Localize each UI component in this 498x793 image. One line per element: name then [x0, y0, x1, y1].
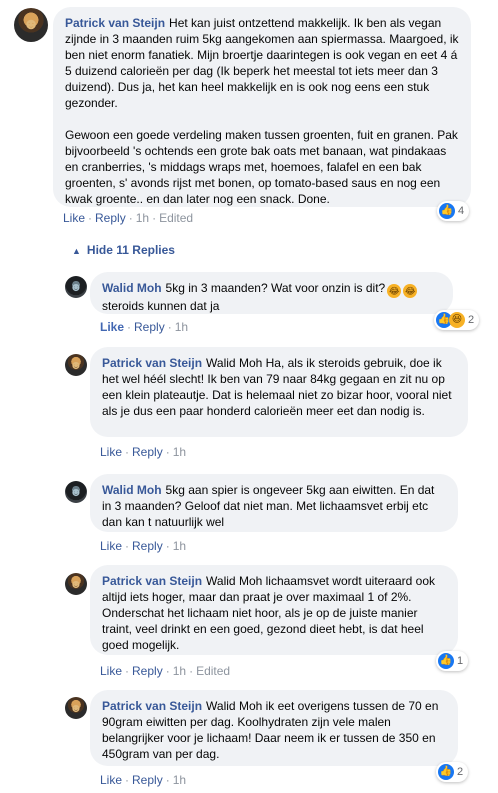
person-icon: ☻ [69, 485, 83, 499]
reaction-count[interactable]: 👍 2 [436, 762, 469, 782]
reply-button[interactable]: Reply [95, 211, 126, 225]
like-button[interactable]: Like [100, 773, 122, 787]
reply-text: steroids kunnen dat ja [102, 299, 220, 313]
comment-actions: Like · Reply · 1h · Edited [63, 211, 194, 225]
laughing-emoji: 😂 [387, 284, 402, 298]
laughing-emoji: 😂 [403, 284, 418, 298]
timestamp[interactable]: 1h [173, 539, 186, 553]
avatar[interactable]: ☻ [65, 276, 87, 298]
edited-label[interactable]: Edited [196, 664, 230, 678]
reaction-count-value: 4 [458, 205, 465, 217]
reply-author[interactable]: Patrick van Steijn [102, 699, 202, 713]
reply-text: 5kg in 3 maanden? Wat voor onzin is dit? [165, 281, 386, 295]
like-icon: 👍 [439, 203, 455, 219]
timestamp[interactable]: 1h [173, 445, 186, 459]
person-icon: ☻ [69, 280, 83, 294]
avatar[interactable]: ☻ [65, 573, 87, 595]
timestamp[interactable]: 1h [136, 211, 149, 225]
avatar[interactable]: ☻ [14, 8, 48, 42]
reply-actions: Like · Reply · 1h [100, 320, 189, 334]
edited-label[interactable]: Edited [159, 211, 193, 225]
comment-text: Het kan juist ontzettend makkelijk. Ik b… [65, 16, 459, 110]
comment-author[interactable]: Patrick van Steijn [65, 16, 165, 30]
like-button[interactable]: Like [63, 211, 85, 225]
reply-bubble: Patrick van Steijn Walid Moh ik eet overi… [90, 690, 458, 766]
person-icon: ☻ [69, 358, 83, 372]
reply-bubble: Walid Moh 5kg aan spier is ongeveer 5kg a… [90, 474, 458, 532]
comment-text: Gewoon een goede verdeling maken tussen … [65, 128, 458, 206]
reaction-count-value: 2 [468, 314, 475, 326]
reply-author[interactable]: Walid Moh [102, 483, 162, 497]
timestamp[interactable]: 1h [173, 773, 186, 787]
reply-bubble: Patrick van Steijn Walid Moh lichaamsvet … [90, 565, 458, 655]
reaction-count[interactable]: 👍 1 [436, 651, 469, 671]
like-icon: 👍 [438, 653, 454, 669]
timestamp[interactable]: 1h [175, 320, 188, 334]
timestamp[interactable]: 1h [173, 664, 186, 678]
person-icon: ☻ [69, 701, 83, 715]
comment-bubble: Patrick van Steijn Het kan juist ontzette… [53, 7, 471, 207]
reaction-count-value: 1 [457, 655, 464, 667]
reply-bubble: Walid Moh 5kg in 3 maanden? Wat voor onzi… [90, 272, 453, 314]
reply-button[interactable]: Reply [132, 539, 163, 553]
reply-author[interactable]: Patrick van Steijn [102, 574, 202, 588]
reply-author[interactable]: Walid Moh [102, 281, 162, 295]
hide-replies-button[interactable]: ▲ Hide 11 Replies [72, 243, 175, 257]
like-button[interactable]: Like [100, 320, 124, 334]
avatar[interactable]: ☻ [65, 354, 87, 376]
reply-button[interactable]: Reply [132, 445, 163, 459]
reply-bubble: Patrick van Steijn Walid Moh Ha, als ik s… [90, 347, 468, 437]
reply-button[interactable]: Reply [132, 773, 163, 787]
reaction-count[interactable]: 👍 4 [437, 201, 470, 221]
person-icon: ☻ [69, 577, 83, 591]
reply-actions: Like · Reply · 1h · Edited [100, 664, 231, 678]
avatar[interactable]: ☻ [65, 697, 87, 719]
reply-actions: Like · Reply · 1h [100, 445, 187, 459]
person-icon: ☻ [22, 16, 40, 33]
haha-icon: 😆 [449, 312, 465, 328]
like-button[interactable]: Like [100, 664, 122, 678]
reply-button[interactable]: Reply [132, 664, 163, 678]
like-button[interactable]: Like [100, 445, 122, 459]
reply-author[interactable]: Patrick van Steijn [102, 356, 202, 370]
reaction-count-value: 2 [457, 766, 464, 778]
caret-up-icon: ▲ [72, 246, 81, 256]
reply-actions: Like · Reply · 1h [100, 539, 187, 553]
hide-replies-label: Hide 11 Replies [86, 243, 175, 257]
avatar[interactable]: ☻ [65, 481, 87, 503]
like-button[interactable]: Like [100, 539, 122, 553]
reply-button[interactable]: Reply [134, 320, 165, 334]
reply-actions: Like · Reply · 1h [100, 773, 187, 787]
like-icon: 👍 [438, 764, 454, 780]
reaction-count[interactable]: 👍 😆 2 [434, 310, 480, 330]
